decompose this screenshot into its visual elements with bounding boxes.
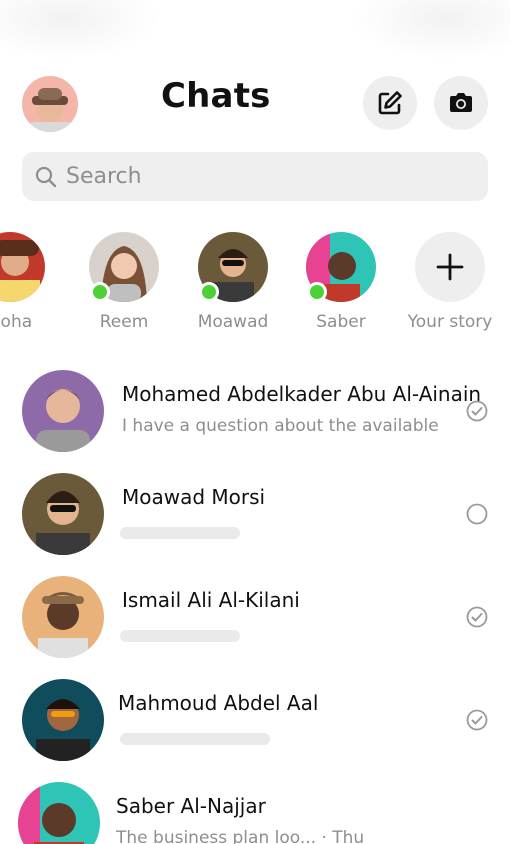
camera-icon (450, 93, 472, 112)
chat-name: Mahmoud Abdel Aal (118, 691, 319, 715)
chat-name: Ismail Ali Al-Kilani (122, 588, 300, 612)
camera-button[interactable] (434, 76, 488, 130)
chat-name: Saber Al-Najjar (116, 794, 266, 818)
chat-name: Moawad Morsi (122, 485, 266, 509)
top-decoration (0, 0, 160, 60)
story-item[interactable]: Reem (79, 230, 169, 340)
search-placeholder: Search (66, 164, 142, 189)
header: Chats (0, 70, 510, 134)
chat-preview: I have a question about the available wa… (122, 416, 440, 436)
avatar (22, 473, 104, 555)
search-input[interactable]: Search (22, 152, 488, 201)
chat-item[interactable]: Saber Al-Najjar The business plan loo...… (0, 778, 510, 844)
preview-placeholder (120, 733, 270, 745)
stories-row: Noha Reem Moawad (0, 230, 510, 340)
chat-preview: The business plan loo... · Thu (116, 828, 365, 844)
chat-item[interactable]: Moawad Morsi (0, 469, 510, 565)
add-story-button[interactable]: Your story (405, 230, 495, 340)
story-avatar (0, 232, 45, 302)
profile-avatar[interactable] (22, 76, 78, 132)
preview-placeholder (120, 527, 240, 539)
story-item[interactable]: Noha (0, 230, 55, 340)
online-indicator (307, 282, 327, 302)
add-story-circle (415, 232, 485, 302)
avatar (22, 576, 104, 658)
online-indicator (90, 282, 110, 302)
story-label: Your story (407, 312, 493, 332)
story-label: Noha (0, 312, 33, 332)
online-indicator (199, 282, 219, 302)
page-title: Chats (161, 76, 271, 116)
top-decoration (350, 0, 510, 60)
sent-check-icon (466, 709, 488, 731)
story-label: Moawad (197, 312, 269, 332)
chat-item[interactable]: Ismail Ali Al-Kilani (0, 572, 510, 668)
story-item[interactable]: Saber (296, 230, 386, 340)
plus-icon (436, 253, 464, 281)
sent-check-icon (466, 606, 488, 628)
unsent-circle-icon (466, 503, 488, 525)
compose-icon (378, 91, 402, 115)
preview-placeholder (120, 630, 240, 642)
story-label: Saber (316, 312, 366, 332)
compose-button[interactable] (363, 76, 417, 130)
chat-name: Mohamed Abdelkader Abu Al-Ainain (122, 382, 482, 406)
avatar (22, 679, 104, 761)
avatar (18, 782, 100, 844)
story-label: Reem (99, 312, 149, 332)
chat-item[interactable]: Mohamed Abdelkader Abu Al-Ainain I have … (0, 366, 510, 462)
avatar (22, 370, 104, 452)
sent-check-icon (466, 400, 488, 422)
search-icon (35, 166, 57, 187)
story-item[interactable]: Moawad (188, 230, 278, 340)
chat-item[interactable]: Mahmoud Abdel Aal (0, 675, 510, 771)
